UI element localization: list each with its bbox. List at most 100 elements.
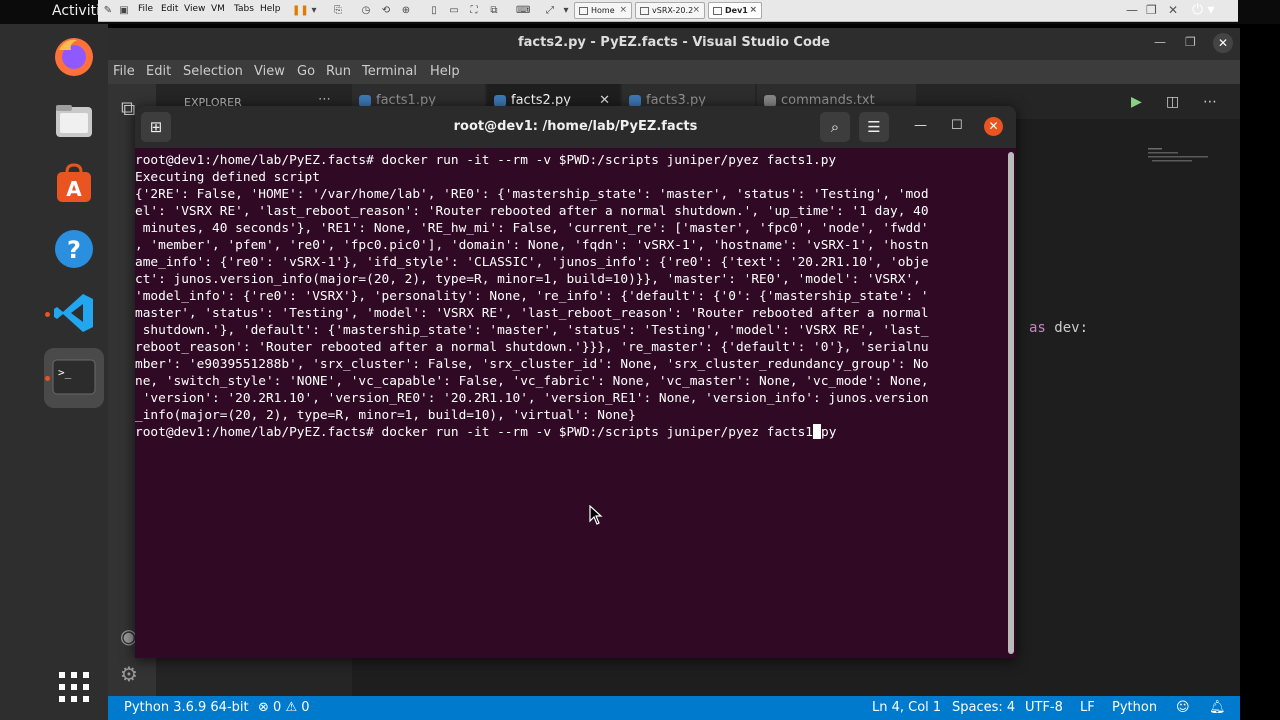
send-keys-icon[interactable]: ⎘ [332,4,344,17]
pin-icon[interactable]: ✎ [102,4,114,17]
vm-icon [713,7,722,15]
vm-tab-vsrx[interactable]: vSRX-20.2 × [635,2,705,19]
dropdown-arrow-icon[interactable]: ▾ [308,4,320,17]
language-mode[interactable]: Python [1112,700,1157,715]
terminal-line: {'2RE': False, 'HOME': '/var/home/lab', … [135,187,929,202]
vm-menu-file[interactable]: File [138,4,153,14]
vm-menu-help[interactable]: Help [260,4,281,14]
menu-edit[interactable]: Edit [146,64,171,79]
vm-tab-dev1[interactable]: Dev1 × [708,2,762,19]
problems-indicator[interactable]: ⊗ 0 ⚠ 0 [258,700,310,715]
menu-selection[interactable]: Selection [183,64,243,79]
vmware-toolbar: ✎ ▣ File Edit View VM Tabs Help ❚❚ ▾ ⎘ ◷… [98,0,1238,22]
menu-view[interactable]: View [254,64,285,79]
ubuntu-dock: A ? >_ [0,24,108,720]
explorer-icon[interactable]: ⧉ [121,96,135,120]
minimize-icon[interactable]: — [914,118,927,133]
feedback-icon[interactable]: ☺ [1176,700,1190,715]
running-indicator [45,312,50,317]
terminal-scrollbar[interactable] [1008,152,1014,654]
close-icon[interactable]: ✕ [984,117,1003,136]
terminal-line: ne, 'switch_style': 'NONE', 'vc_capable'… [135,374,929,389]
error-icon: ⊗ [258,700,269,715]
run-icon[interactable]: ▶ [1131,94,1142,110]
power-icon[interactable]: ⏻ ▾ [1192,2,1215,18]
console-icon[interactable]: ⌨ [516,4,530,17]
minimize-icon[interactable]: — [1154,35,1166,49]
terminal-line: Executing defined script [135,170,320,185]
vmware-maximize-icon[interactable]: ❐ [1146,3,1157,17]
vm-menu-vm[interactable]: VM [211,4,225,14]
app-center-icon[interactable]: A [51,162,97,208]
menu-bar: File Edit Selection View Go Run Terminal… [108,60,1240,84]
maximize-icon[interactable]: ❐ [1185,35,1196,49]
snapshot-icon[interactable]: ◷ [360,4,372,17]
menu-help[interactable]: Help [430,64,460,79]
indentation[interactable]: Spaces: 4 [952,700,1015,715]
firefox-icon[interactable] [51,34,97,80]
warning-count: 0 [301,700,310,715]
encoding[interactable]: UTF-8 [1025,700,1063,715]
terminal-window: ⊞ root@dev1: /home/lab/PyEZ.facts ⌕ ☰ — … [135,106,1016,658]
close-icon[interactable]: × [692,5,700,15]
close-icon[interactable]: × [749,5,757,15]
terminal-output[interactable]: root@dev1:/home/lab/PyEZ.facts# docker r… [135,148,1008,658]
warning-icon: ⚠ [285,700,298,715]
end-of-line[interactable]: LF [1080,700,1095,715]
minimap[interactable] [1148,146,1218,166]
unity-icon[interactable]: ⧉ [488,4,500,17]
menu-run[interactable]: Run [326,64,351,79]
python-interpreter[interactable]: Python 3.6.9 64-bit [124,700,249,715]
vscode-titlebar: facts2.py - PyEZ.facts - Visual Studio C… [108,28,1240,60]
vm-tab-home[interactable]: Home × [574,2,632,19]
terminal-line: master', 'status': 'Testing', 'model': '… [135,306,929,321]
thumbnail-icon[interactable]: ▭ [448,4,460,17]
vm-menu-edit[interactable]: Edit [161,4,178,14]
vmware-minimize-icon[interactable]: — [1126,3,1138,17]
code-line: as dev: [1029,320,1089,336]
terminal-line: 'model_info': {'re0': 'VSRX'}, 'personal… [135,289,929,304]
menu-terminal[interactable]: Terminal [362,64,417,79]
stretch-icon[interactable]: ⤢ [544,4,556,17]
menu-file[interactable]: File [113,64,135,79]
vm-menu-tabs[interactable]: Tabs [234,4,254,14]
revert-snapshot-icon[interactable]: ⟲ [380,4,392,17]
vmware-close-icon[interactable]: ✕ [1168,3,1178,17]
svg-text:?: ? [67,236,81,264]
home-icon [579,7,588,15]
vmware-logo-icon: ▣ [119,5,129,16]
status-bar: Python 3.6.9 64-bit ⊗ 0 ⚠ 0 Ln 4, Col 1 … [108,696,1240,720]
cursor-position[interactable]: Ln 4, Col 1 [872,700,941,715]
terminal-line: ct': junos.version_info(major=(20, 2), t… [135,272,921,287]
error-count: 0 [273,700,282,715]
menu-go[interactable]: Go [297,64,315,79]
split-editor-icon[interactable]: ◫ [1166,94,1179,110]
terminal-icon[interactable]: >_ [44,348,104,408]
fullscreen-icon[interactable]: ⛶ [468,4,480,17]
pause-icon[interactable]: ❚❚ [292,4,309,17]
more-actions-icon[interactable]: ⋯ [318,92,331,107]
snapshot-manager-icon[interactable]: ⊕ [400,4,412,17]
vm-menu-view[interactable]: View [184,4,205,14]
terminal-line: _info(major=(20, 2), type=R, minor=1, bu… [135,408,636,423]
files-icon[interactable] [51,98,97,144]
sidebar-toggle-icon[interactable]: ▯ [428,4,440,17]
vscode-icon[interactable] [51,290,97,336]
text-cursor [813,424,821,439]
terminal-line: mber': 'e9039551288b', 'srx_cluster': Fa… [135,357,929,372]
close-icon[interactable]: × [619,5,627,15]
close-icon[interactable]: ✕ [1213,33,1233,53]
show-applications-icon[interactable] [51,664,97,710]
terminal-prompt-line[interactable]: root@dev1:/home/lab/PyEZ.facts# docker r… [135,424,836,441]
dropdown-arrow-icon[interactable]: ▾ [560,4,572,17]
activities-button[interactable]: Activiti [52,3,100,19]
terminal-line: 'version': '20.2R1.10', 'version_RE0': '… [135,391,929,406]
notifications-icon[interactable]: 🔔︎ [1209,700,1226,715]
search-icon[interactable]: ⌕ [820,112,850,142]
more-icon[interactable]: ⋯ [1203,94,1217,110]
help-icon[interactable]: ? [51,226,97,272]
manage-gear-icon[interactable]: ⚙ [120,662,138,686]
maximize-icon[interactable]: ☐ [951,118,963,133]
hamburger-menu-icon[interactable]: ☰ [859,112,889,142]
vm-icon [640,7,649,15]
